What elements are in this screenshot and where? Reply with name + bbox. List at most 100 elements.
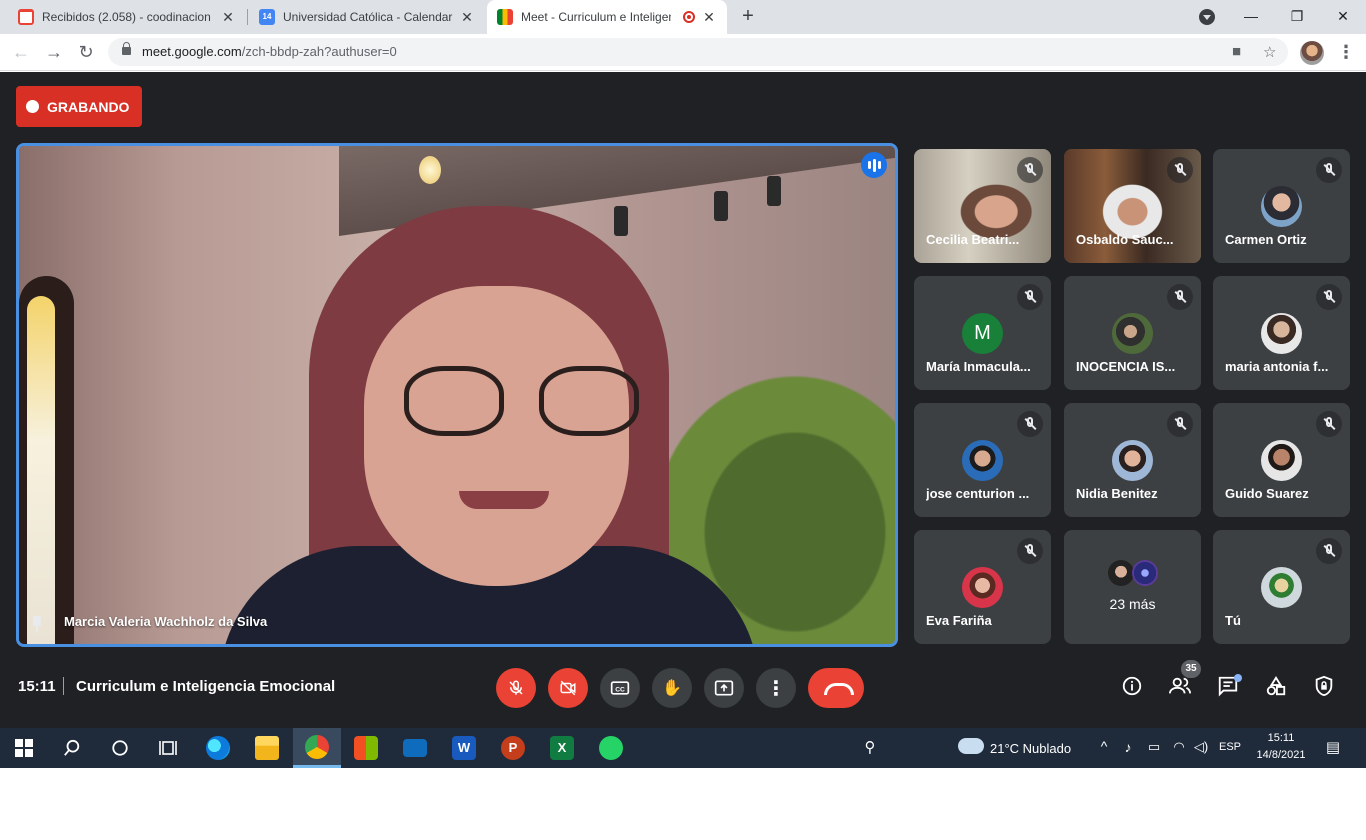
search-button[interactable] bbox=[48, 728, 96, 768]
volume-icon[interactable]: ◁) bbox=[1192, 739, 1210, 755]
close-icon[interactable]: ✕ bbox=[459, 9, 475, 25]
recording-badge[interactable]: GRABANDO bbox=[16, 86, 142, 127]
participant-tile[interactable]: Osbaldo Sauc... bbox=[1064, 149, 1201, 263]
address-bar[interactable]: meet.google.com/zch-bbdp-zah?authuser=0 … bbox=[108, 38, 1288, 66]
taskbar-whatsapp[interactable] bbox=[587, 728, 635, 768]
mail-icon bbox=[403, 739, 427, 757]
participant-tile[interactable]: maria antonia f... bbox=[1213, 276, 1350, 390]
task-view-button[interactable] bbox=[144, 728, 192, 768]
self-tile[interactable]: Tú bbox=[1213, 530, 1350, 644]
chat-notification-dot bbox=[1234, 674, 1242, 682]
pin-icon[interactable] bbox=[31, 616, 43, 632]
participant-tile[interactable]: Cecilia Beatri... bbox=[914, 149, 1051, 263]
chevron-up-icon[interactable]: ^ bbox=[1096, 738, 1112, 754]
tab-separator bbox=[247, 9, 248, 25]
participant-name: Guido Suarez bbox=[1225, 486, 1309, 501]
tab-search-icon[interactable] bbox=[1199, 9, 1215, 25]
activities-button[interactable] bbox=[1263, 675, 1289, 701]
participant-tile[interactable]: Eva Fariña bbox=[914, 530, 1051, 644]
excel-icon: X bbox=[550, 736, 574, 760]
close-icon[interactable]: ✕ bbox=[701, 9, 717, 25]
participant-count-badge: 35 bbox=[1181, 660, 1201, 678]
close-window-button[interactable]: ✕ bbox=[1320, 0, 1366, 34]
raise-hand-button[interactable]: ✋ bbox=[652, 668, 692, 708]
edge-icon bbox=[206, 736, 230, 760]
taskbar-date[interactable]: 14/8/2021 bbox=[1250, 749, 1312, 761]
more-avatars bbox=[1108, 560, 1158, 586]
wifi-icon[interactable]: ◠ bbox=[1170, 739, 1188, 755]
chrome-icon bbox=[305, 734, 329, 759]
cortana-button[interactable] bbox=[96, 728, 144, 768]
mic-off-icon bbox=[1167, 411, 1193, 437]
browser-menu-icon[interactable]: ⋮ bbox=[1337, 40, 1355, 64]
weather-text[interactable]: 21°C Nublado bbox=[990, 741, 1071, 756]
main-speaker-video[interactable]: Marcia Valeria Wachholz da Silva bbox=[16, 143, 898, 647]
tab-title: Universidad Católica - Calendar - bbox=[283, 10, 453, 24]
cortana-icon bbox=[112, 740, 128, 756]
taskbar-time[interactable]: 15:11 bbox=[1250, 732, 1312, 744]
profile-avatar[interactable] bbox=[1300, 41, 1324, 65]
minimize-button[interactable]: — bbox=[1228, 0, 1274, 34]
lock-icon[interactable] bbox=[122, 42, 131, 55]
camera-toggle-button[interactable] bbox=[548, 668, 588, 708]
present-screen-button[interactable] bbox=[704, 668, 744, 708]
avatar bbox=[1112, 313, 1153, 354]
meet-stage: GRABANDO Marcia Valeria Wachholz da Silv… bbox=[0, 72, 1366, 728]
taskbar-file-explorer[interactable] bbox=[243, 728, 291, 768]
shield-lock-icon bbox=[1315, 675, 1333, 697]
participant-tile[interactable]: jose centurion ... bbox=[914, 403, 1051, 517]
restore-button[interactable]: ❐ bbox=[1274, 0, 1320, 34]
participant-name: INOCENCIA IS... bbox=[1076, 359, 1176, 374]
taskbar-excel[interactable]: X bbox=[538, 728, 586, 768]
host-controls-button[interactable] bbox=[1311, 675, 1337, 701]
taskbar-powerpoint[interactable]: P bbox=[489, 728, 537, 768]
battery-icon[interactable]: ▭ bbox=[1145, 739, 1163, 755]
bookmark-star-icon[interactable]: ☆ bbox=[1263, 43, 1276, 61]
taskbar-edge[interactable] bbox=[194, 728, 242, 768]
participant-tile[interactable]: M María Inmacula... bbox=[914, 276, 1051, 390]
avatar: M bbox=[962, 313, 1003, 354]
reload-icon[interactable]: ↻ bbox=[75, 41, 97, 63]
camera-off-icon bbox=[560, 680, 576, 696]
cloud-icon bbox=[958, 738, 984, 754]
more-participants-tile[interactable]: 23 más bbox=[1064, 530, 1201, 644]
captions-button[interactable]: CC bbox=[600, 668, 640, 708]
camera-in-use-icon[interactable]: ■ bbox=[1232, 43, 1241, 60]
back-arrow-icon[interactable]: ← bbox=[10, 41, 32, 63]
recording-label: GRABANDO bbox=[47, 98, 130, 115]
mic-off-icon bbox=[1316, 538, 1342, 564]
microphone-icon[interactable]: ♪ bbox=[1120, 739, 1136, 755]
start-button[interactable] bbox=[0, 728, 48, 768]
divider bbox=[63, 677, 64, 695]
taskbar-word[interactable]: W bbox=[440, 728, 488, 768]
mic-off-icon bbox=[1017, 411, 1043, 437]
tab-calendar[interactable]: 14 Universidad Católica - Calendar - ✕ bbox=[249, 0, 485, 34]
microphone-toggle-button[interactable] bbox=[496, 668, 536, 708]
close-icon[interactable]: ✕ bbox=[220, 9, 236, 25]
meeting-details-button[interactable] bbox=[1119, 675, 1145, 701]
new-tab-button[interactable]: + bbox=[738, 6, 758, 26]
language-indicator[interactable]: ESP bbox=[1215, 741, 1245, 753]
tab-gmail[interactable]: Recibidos (2.058) - coodinacion ✕ bbox=[8, 0, 246, 34]
taskbar-store[interactable] bbox=[342, 728, 390, 768]
participant-tile[interactable]: INOCENCIA IS... bbox=[1064, 276, 1201, 390]
forward-arrow-icon[interactable]: → bbox=[43, 41, 65, 63]
hand-icon: ✋ bbox=[662, 680, 682, 697]
mic-off-icon bbox=[1017, 157, 1043, 183]
participant-name: Osbaldo Sauc... bbox=[1076, 232, 1174, 247]
participants-button[interactable] bbox=[1167, 675, 1193, 701]
tab-meet[interactable]: Meet - Curriculum e Inteligen ✕ bbox=[487, 0, 727, 34]
participant-tile[interactable]: Guido Suarez bbox=[1213, 403, 1350, 517]
recording-icon bbox=[683, 11, 695, 23]
participant-tile[interactable]: Nidia Benitez bbox=[1064, 403, 1201, 517]
more-options-button[interactable]: ⋮ bbox=[756, 668, 796, 708]
leave-call-button[interactable] bbox=[808, 668, 864, 708]
avatar bbox=[1261, 186, 1302, 227]
participant-tile[interactable]: Carmen Ortiz bbox=[1213, 149, 1350, 263]
meeting-clock: 15:11 bbox=[18, 678, 56, 695]
store-icon bbox=[354, 736, 378, 760]
taskbar-mail[interactable] bbox=[391, 728, 439, 768]
people-search-icon[interactable]: ⚲ bbox=[860, 738, 880, 756]
notification-center-icon[interactable]: ▤ bbox=[1322, 738, 1344, 756]
taskbar-chrome[interactable] bbox=[293, 728, 341, 768]
